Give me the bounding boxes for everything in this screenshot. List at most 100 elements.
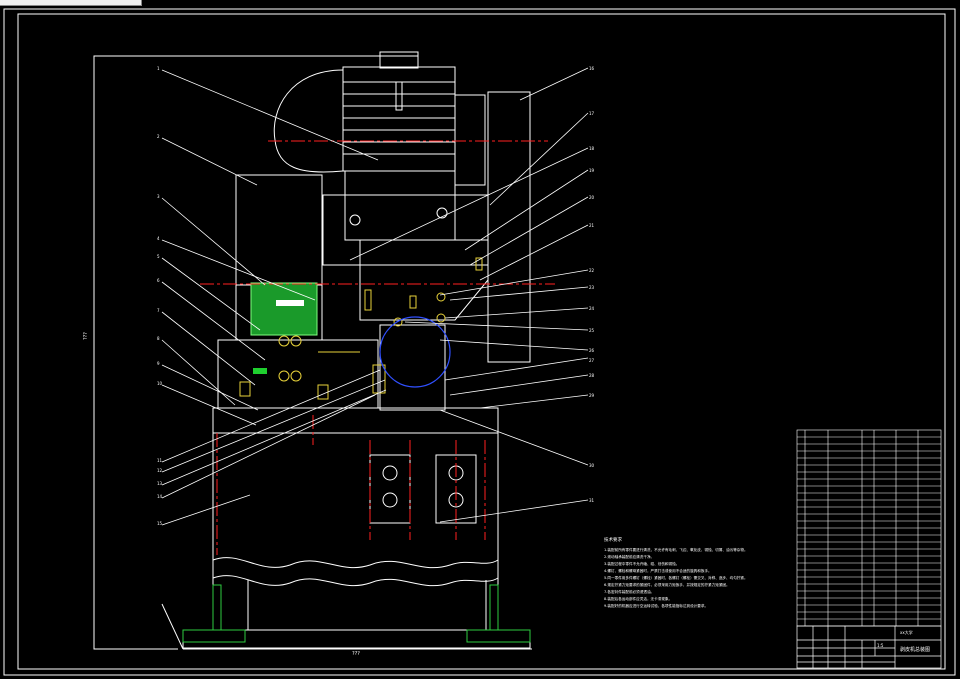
balloon-label: 26 <box>589 348 595 353</box>
motor-bolt <box>349 214 361 226</box>
leader-line <box>161 339 236 406</box>
balloon-label: 23 <box>589 285 595 290</box>
parts-list-table <box>796 429 942 627</box>
note-line: 7.各密封件装配前必须浸透油。 <box>604 589 654 594</box>
motor-support <box>344 171 456 241</box>
notes-heading: 技术要求 <box>604 536 622 543</box>
bolt-detail <box>278 370 290 382</box>
note-line: 6.规定拧紧力矩要求的紧固件，必须采用力矩扳手，并按规定的拧紧力矩紧固。 <box>604 582 730 587</box>
bearing-detail <box>317 384 329 400</box>
motor-body <box>342 66 456 172</box>
balloon-label: 1 <box>157 66 160 71</box>
balloon-label: 21 <box>589 223 595 228</box>
width-dimension-text: ??? <box>352 651 360 657</box>
green-marker <box>253 368 267 374</box>
balloon-label: 2 <box>157 134 160 139</box>
note-line: 8.装配后各运动部件应灵活，无卡滞现象。 <box>604 596 672 601</box>
motor-terminal-box <box>379 51 419 69</box>
leader-line <box>161 281 266 361</box>
note-line: 4.螺钉、螺栓和螺母紧固时，严禁打击或使用不合适的旋具和扳手。 <box>604 568 712 573</box>
balloon-label: 19 <box>589 168 595 173</box>
leader-line <box>444 357 589 381</box>
motor-flange <box>454 94 486 186</box>
leader-line <box>161 197 266 286</box>
balloon-label: 12 <box>157 468 163 473</box>
gear-label-box <box>276 300 304 306</box>
leader-line <box>439 409 589 466</box>
balloon-label: 7 <box>157 308 160 313</box>
outer-frame <box>3 8 956 676</box>
leader-line <box>449 374 589 396</box>
window-left <box>369 454 411 524</box>
side-plate <box>487 91 531 363</box>
leader-line <box>479 394 589 409</box>
balloon-label: 11 <box>157 458 163 463</box>
pin-detail <box>364 289 372 311</box>
cad-assembly-drawing: ??? ??? 1 2 3 4 5 6 7 8 9 10 11 12 13 14… <box>3 8 956 676</box>
note-line: 5.同一零件用多件螺钉（螺栓）紧固时，各螺钉（螺栓）需交叉、对称、逐步、均匀拧紧… <box>604 575 748 580</box>
balloon-label: 5 <box>157 254 160 259</box>
leader-line <box>161 239 316 301</box>
balloon-label: 9 <box>157 361 160 366</box>
bolt-detail <box>290 370 302 382</box>
leader-line <box>161 69 379 161</box>
leader-line <box>464 169 589 251</box>
leg-hatch-left <box>212 584 222 631</box>
balloon-label: 28 <box>589 373 595 378</box>
balloon-label: 16 <box>589 66 595 71</box>
machine-base <box>212 432 499 631</box>
foot-hatch-right <box>466 629 531 643</box>
leader-line <box>449 286 589 301</box>
leader-line <box>444 307 589 319</box>
gearbox-body <box>235 174 323 286</box>
leader-line <box>439 339 589 351</box>
balloon-label: 27 <box>589 358 595 363</box>
balloon-label: 10 <box>157 381 163 386</box>
leader-line <box>161 369 381 463</box>
drawing-title: 剥皮机总装图 <box>900 646 930 653</box>
leader-line <box>489 112 589 206</box>
balloon-label: 3 <box>157 194 160 199</box>
leader-line <box>404 321 589 331</box>
height-dimension-text: ??? <box>83 332 89 340</box>
balloon-label: 24 <box>589 306 595 311</box>
leader-line <box>479 224 589 281</box>
window-hole <box>382 465 398 481</box>
gear-section-fill <box>250 282 318 336</box>
gear-detail <box>372 364 386 394</box>
inner-frame <box>17 13 946 670</box>
leg-hatch-right <box>489 584 499 631</box>
balloon-label: 15 <box>157 521 163 526</box>
leader-line <box>439 269 589 296</box>
leader-line <box>161 137 258 186</box>
balloon-label: 30 <box>589 463 595 468</box>
base-foot <box>182 629 531 649</box>
detail-circle <box>379 316 451 388</box>
leader-line <box>161 394 376 499</box>
window-hole <box>382 492 398 508</box>
bearing-detail <box>239 381 251 397</box>
leader-line <box>161 311 256 386</box>
leader-line <box>161 494 251 526</box>
base-top-plate <box>212 407 499 434</box>
leader-line <box>519 67 589 101</box>
balloon-label: 14 <box>157 494 163 499</box>
note-line: 2.滚动轴承装配前应清洗干净。 <box>604 554 654 559</box>
bolt-detail <box>290 335 302 347</box>
lower-housing <box>217 339 379 409</box>
balloon-label: 22 <box>589 268 595 273</box>
leader-line <box>161 379 386 473</box>
balloon-label: 25 <box>589 328 595 333</box>
housing-slope <box>359 239 489 321</box>
width-extension-left <box>161 603 184 650</box>
balloon-label: 31 <box>589 498 595 503</box>
balloon-label: 18 <box>589 146 595 151</box>
balloon-label: 20 <box>589 195 595 200</box>
balloon-label: 29 <box>589 393 595 398</box>
housing-upper <box>322 194 489 266</box>
balloon-label: 6 <box>157 278 160 283</box>
shaft-block <box>379 324 446 411</box>
note-line: 3.装配过程中零件不允许磕、碰、划伤和锈蚀。 <box>604 561 679 566</box>
note-line: 1.装配前所有零件要进行清洗，不允许有毛刺、飞边、氧化皮、锈蚀、切屑、油污等杂物… <box>604 547 748 552</box>
balloon-label: 13 <box>157 481 163 486</box>
